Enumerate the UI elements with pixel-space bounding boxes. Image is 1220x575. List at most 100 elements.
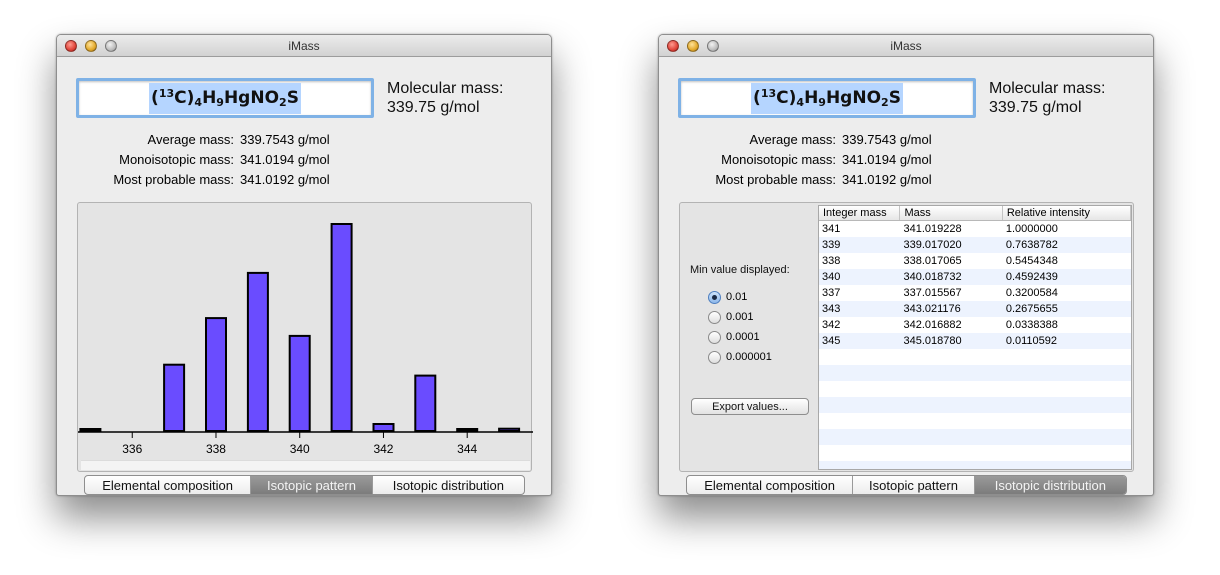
radio-option-0.01[interactable]: 0.01 — [708, 290, 747, 304]
molecular-mass-label: Molecular mass: — [387, 80, 504, 97]
x-tick-label-338: 338 — [206, 442, 226, 456]
cell-integer-mass: 343 — [822, 303, 841, 315]
table-row-empty — [819, 349, 1131, 365]
monoisotopic-mass-label: Monoisotopic mass: — [119, 152, 234, 167]
cell-integer-mass: 342 — [822, 319, 841, 331]
average-mass-value: 339.7543 g/mol — [842, 132, 932, 147]
column-header-relative-intensity[interactable]: Relative intensity — [1003, 206, 1131, 220]
radio-icon[interactable] — [708, 350, 721, 364]
table-row-empty — [819, 445, 1131, 461]
table-header: Integer mass Mass Relative intensity — [819, 206, 1131, 221]
table-row[interactable]: 340 340.018732 0.4592439 — [819, 269, 1131, 285]
most-probable-mass-label: Most probable mass: — [113, 172, 234, 187]
horizontal-scrollbar[interactable] — [81, 460, 530, 470]
column-header-integer-mass[interactable]: Integer mass — [819, 206, 901, 220]
bar-mass-335 — [79, 428, 102, 432]
radio-icon[interactable] — [708, 310, 721, 324]
view-tabs: Elemental composition Isotopic pattern I… — [84, 475, 525, 495]
cell-mass: 338.017065 — [903, 255, 962, 267]
radio-option-0.0001[interactable]: 0.0001 — [708, 330, 760, 344]
radio-label: 0.001 — [726, 311, 754, 323]
cell-relative-intensity: 0.0338388 — [1005, 319, 1058, 331]
molecular-mass-value: 339.75 g/mol — [989, 99, 1082, 116]
table-row[interactable]: 341 341.019228 1.0000000 — [819, 221, 1131, 237]
cell-integer-mass: 345 — [822, 335, 841, 347]
table-row-empty — [819, 461, 1131, 469]
average-mass-label: Average mass: — [749, 132, 836, 147]
table-row[interactable]: 345 345.018780 0.0110592 — [819, 333, 1131, 349]
most-probable-mass-label: Most probable mass: — [715, 172, 836, 187]
column-header-mass[interactable]: Mass — [900, 206, 1003, 220]
molecular-mass-label: Molecular mass: — [989, 80, 1106, 97]
radio-option-0.000001[interactable]: 0.000001 — [708, 350, 772, 364]
bar-mass-338 — [205, 317, 227, 432]
cell-relative-intensity: 0.3200584 — [1005, 287, 1058, 299]
cell-integer-mass: 340 — [822, 271, 841, 283]
average-mass-value: 339.7543 g/mol — [240, 132, 330, 147]
molecular-mass-value: 339.75 g/mol — [387, 99, 480, 116]
monoisotopic-mass-value: 341.0194 g/mol — [842, 152, 932, 167]
radio-selected-icon[interactable] — [708, 290, 721, 304]
isotopic-pattern-chart: 336 338 340 342 344 — [78, 223, 533, 456]
table-row[interactable]: 339 339.017020 0.7638782 — [819, 237, 1131, 253]
distribution-table: Integer mass Mass Relative intensity 341… — [818, 205, 1132, 470]
imass-window-isotopic-pattern: iMass (13C)4H9HgNO2S Molecular mass: 339… — [56, 34, 552, 496]
bar-mass-339 — [246, 271, 269, 433]
bar-mass-343 — [414, 374, 437, 433]
cell-mass: 337.015567 — [903, 287, 962, 299]
table-row[interactable]: 337 337.015567 0.3200584 — [819, 285, 1131, 301]
cell-integer-mass: 339 — [822, 239, 841, 251]
tab-isotopic-distribution[interactable]: Isotopic distribution — [974, 476, 1126, 494]
cell-relative-intensity: 0.2675655 — [1005, 303, 1058, 315]
cell-mass: 345.018780 — [903, 335, 962, 347]
bar-mass-345 — [498, 427, 521, 432]
x-tick-label-336: 336 — [122, 442, 142, 456]
tab-isotopic-pattern[interactable]: Isotopic pattern — [251, 476, 373, 494]
radio-option-0.001[interactable]: 0.001 — [708, 310, 754, 324]
imass-window-isotopic-distribution: iMass (13C)4H9HgNO2S Molecular mass: 339… — [658, 34, 1154, 496]
formula-input[interactable]: (13C)4H9HgNO2S — [76, 78, 374, 118]
tab-elemental-composition[interactable]: Elemental composition — [687, 476, 854, 494]
average-mass-label: Average mass: — [147, 132, 234, 147]
tab-elemental-composition[interactable]: Elemental composition — [85, 476, 252, 494]
bar-mass-344 — [456, 428, 479, 432]
cell-mass: 341.019228 — [903, 223, 962, 235]
table-row-empty — [819, 381, 1131, 397]
table-row[interactable]: 342 342.016882 0.0338388 — [819, 317, 1131, 333]
x-tick-label-342: 342 — [373, 442, 393, 456]
window-title: iMass — [288, 39, 320, 53]
cell-integer-mass: 338 — [822, 255, 841, 267]
table-row-empty — [819, 365, 1131, 381]
isotopic-pattern-chart-panel: 336 338 340 342 344 — [77, 202, 533, 472]
table-row-empty — [819, 429, 1131, 445]
cell-mass: 340.018732 — [903, 271, 962, 283]
tab-isotopic-pattern[interactable]: Isotopic pattern — [853, 476, 975, 494]
cell-relative-intensity: 1.0000000 — [1005, 223, 1058, 235]
radio-label: 0.0001 — [726, 331, 760, 343]
isotopic-distribution-panel: Min value displayed: 0.01 0.001 0.0001 0… — [679, 202, 1134, 472]
cell-integer-mass: 337 — [822, 287, 841, 299]
export-values-button[interactable]: Export values... — [691, 398, 809, 415]
cell-mass: 339.017020 — [903, 239, 962, 251]
most-probable-mass-value: 341.0192 g/mol — [842, 172, 932, 187]
cell-relative-intensity: 0.4592439 — [1005, 271, 1058, 283]
monoisotopic-mass-value: 341.0194 g/mol — [240, 152, 330, 167]
bar-mass-337 — [163, 363, 186, 432]
tab-isotopic-distribution[interactable]: Isotopic distribution — [373, 476, 524, 494]
bar-mass-341 — [330, 223, 353, 432]
title-bar[interactable]: iMass — [659, 35, 1153, 57]
table-row[interactable]: 343 343.021176 0.2675655 — [819, 301, 1131, 317]
cell-mass: 343.021176 — [903, 303, 961, 315]
formula-input[interactable]: (13C)4H9HgNO2S — [678, 78, 976, 118]
formula-text: (13C)4H9HgNO2S — [149, 82, 301, 114]
x-tick-label-340: 340 — [290, 442, 310, 456]
view-tabs: Elemental composition Isotopic pattern I… — [686, 475, 1127, 495]
monoisotopic-mass-label: Monoisotopic mass: — [721, 152, 836, 167]
radio-icon[interactable] — [708, 330, 721, 344]
x-tick-label-344: 344 — [457, 442, 477, 456]
cell-mass: 342.016882 — [903, 319, 962, 331]
table-row[interactable]: 338 338.017065 0.5454348 — [819, 253, 1131, 269]
title-bar[interactable]: iMass — [57, 35, 551, 57]
radio-label: 0.01 — [726, 291, 748, 303]
window-title: iMass — [890, 39, 922, 53]
